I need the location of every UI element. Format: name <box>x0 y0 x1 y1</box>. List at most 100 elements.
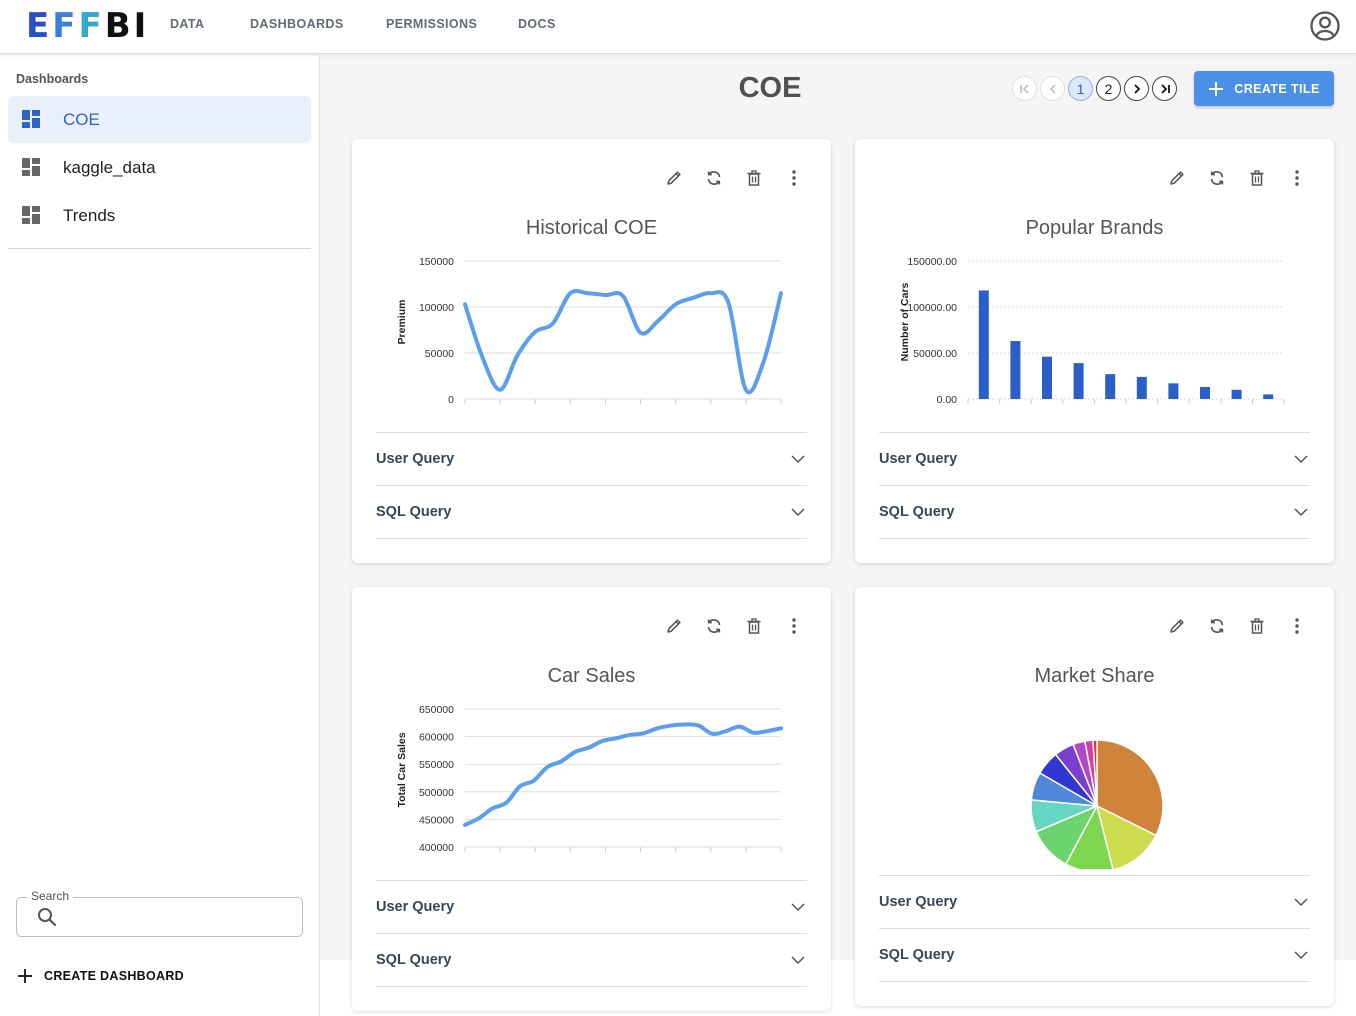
user-query-label: User Query <box>376 899 455 915</box>
user-query-accordion[interactable]: User Query <box>376 880 807 933</box>
accordion-divider <box>376 538 807 539</box>
dashboard-icon <box>22 206 40 224</box>
chevron-down-icon <box>1294 508 1308 517</box>
page-1-button[interactable]: 1 <box>1068 76 1093 101</box>
line-series <box>463 288 783 395</box>
sql-query-accordion[interactable]: SQL Query <box>879 928 1310 981</box>
bar <box>1168 383 1179 399</box>
more-vert-icon[interactable] <box>785 169 803 187</box>
y-tick-label: 50000.00 <box>913 348 957 360</box>
last-page-icon <box>1160 83 1170 94</box>
create-tile-button[interactable]: CREATE TILE <box>1194 71 1334 106</box>
logo-letter: F <box>52 6 77 46</box>
sql-query-accordion[interactable]: SQL Query <box>879 485 1310 538</box>
sql-query-accordion[interactable]: SQL Query <box>376 933 807 986</box>
refresh-icon[interactable] <box>705 169 723 187</box>
tile-actions <box>1168 617 1306 635</box>
sql-query-label: SQL Query <box>879 504 955 520</box>
nav-permissions[interactable]: PERMISSIONS <box>386 17 477 31</box>
edit-icon[interactable] <box>1168 617 1186 635</box>
page-title: COE <box>738 72 802 104</box>
user-query-accordion[interactable]: User Query <box>879 432 1310 485</box>
more-vert-icon[interactable] <box>1288 169 1306 187</box>
bar <box>1042 356 1052 399</box>
sidebar-item-coe[interactable]: COE <box>8 96 311 143</box>
nav-data[interactable]: DATA <box>170 17 204 31</box>
refresh-icon[interactable] <box>1208 169 1226 187</box>
chevron-left-icon <box>1049 83 1056 94</box>
y-tick-label: 150000 <box>419 256 454 268</box>
user-query-label: User Query <box>879 451 958 467</box>
dashboard-icon <box>22 110 40 128</box>
chevron-right-icon <box>1133 83 1140 94</box>
tile-actions <box>665 617 803 635</box>
chevron-down-icon <box>791 455 805 464</box>
plus-icon <box>18 969 32 983</box>
sql-query-label: SQL Query <box>376 504 452 520</box>
y-tick-label: 0.00 <box>937 394 958 406</box>
y-tick-label: 100000.00 <box>907 302 957 314</box>
nav-dashboards[interactable]: DASHBOARDS <box>250 17 344 31</box>
y-tick-label: 650000 <box>419 704 454 716</box>
account-icon[interactable] <box>1309 10 1341 42</box>
page-2-button[interactable]: 2 <box>1096 76 1121 101</box>
nav-docs[interactable]: DOCS <box>518 17 556 31</box>
y-tick-label: 450000 <box>419 814 454 826</box>
y-tick-label: 150000.00 <box>907 256 957 268</box>
edit-icon[interactable] <box>1168 169 1186 187</box>
y-tick-label: 50000 <box>425 348 454 360</box>
tile-actions <box>1168 169 1306 187</box>
chevron-down-icon <box>1294 951 1308 960</box>
more-vert-icon[interactable] <box>785 617 803 635</box>
sql-query-accordion[interactable]: SQL Query <box>376 485 807 538</box>
first-page-button[interactable] <box>1012 76 1037 101</box>
sidebar-item-trends[interactable]: Trends <box>8 192 311 239</box>
tile-market-share: Market Share User Query SQL Query <box>855 587 1334 1006</box>
bar <box>1105 374 1116 399</box>
logo-letter: E <box>26 6 51 46</box>
edit-icon[interactable] <box>665 169 683 187</box>
search-input[interactable]: Search <box>16 889 303 937</box>
bar <box>1010 341 1021 399</box>
user-query-accordion[interactable]: User Query <box>376 432 807 485</box>
sidebar-item-kaggle-data[interactable]: kaggle_data <box>8 144 311 191</box>
delete-icon[interactable] <box>1248 617 1266 635</box>
delete-icon[interactable] <box>745 169 763 187</box>
y-tick-label: 550000 <box>419 759 454 771</box>
edit-icon[interactable] <box>665 617 683 635</box>
tile-title: Popular Brands <box>1025 217 1164 239</box>
create-tile-label: CREATE TILE <box>1234 81 1320 96</box>
next-page-button[interactable] <box>1124 76 1149 101</box>
delete-icon[interactable] <box>1248 169 1266 187</box>
delete-icon[interactable] <box>745 617 763 635</box>
bar <box>1200 387 1210 399</box>
y-tick-label: 400000 <box>419 842 454 854</box>
logo-letter: B <box>104 6 132 46</box>
chevron-down-icon <box>1294 455 1308 464</box>
create-dashboard-button[interactable]: CREATE DASHBOARD <box>16 967 184 985</box>
y-tick-label: 0 <box>448 394 454 406</box>
user-query-accordion[interactable]: User Query <box>879 875 1310 928</box>
refresh-icon[interactable] <box>1208 617 1226 635</box>
chevron-down-icon <box>791 956 805 965</box>
sql-query-label: SQL Query <box>879 947 955 963</box>
chart-historical-coe: 150000 100000 50000 0 Premium <box>396 256 783 406</box>
tile-title: Market Share <box>1034 665 1155 687</box>
more-vert-icon[interactable] <box>1288 617 1306 635</box>
prev-page-button[interactable] <box>1040 76 1065 101</box>
accordion-divider <box>879 538 1310 539</box>
accordion-divider <box>879 981 1310 982</box>
last-page-button[interactable] <box>1152 76 1177 101</box>
refresh-icon[interactable] <box>705 617 723 635</box>
top-bar: E F F B I DATA DASHBOARDS PERMISSIONS DO… <box>0 0 1356 54</box>
bar <box>1263 394 1274 399</box>
y-tick-label: 500000 <box>419 787 454 799</box>
sidebar-item-label: kaggle_data <box>63 158 156 177</box>
tile-title: Historical COE <box>525 217 658 239</box>
bar <box>1073 363 1084 399</box>
tile-car-sales: Car Sales User Query SQL Query 650000 600… <box>352 587 831 1011</box>
chevron-down-icon <box>1294 898 1308 907</box>
sidebar-divider <box>8 248 311 249</box>
app-logo[interactable]: E F F B I <box>26 6 147 46</box>
y-tick-label: 100000 <box>419 302 454 314</box>
